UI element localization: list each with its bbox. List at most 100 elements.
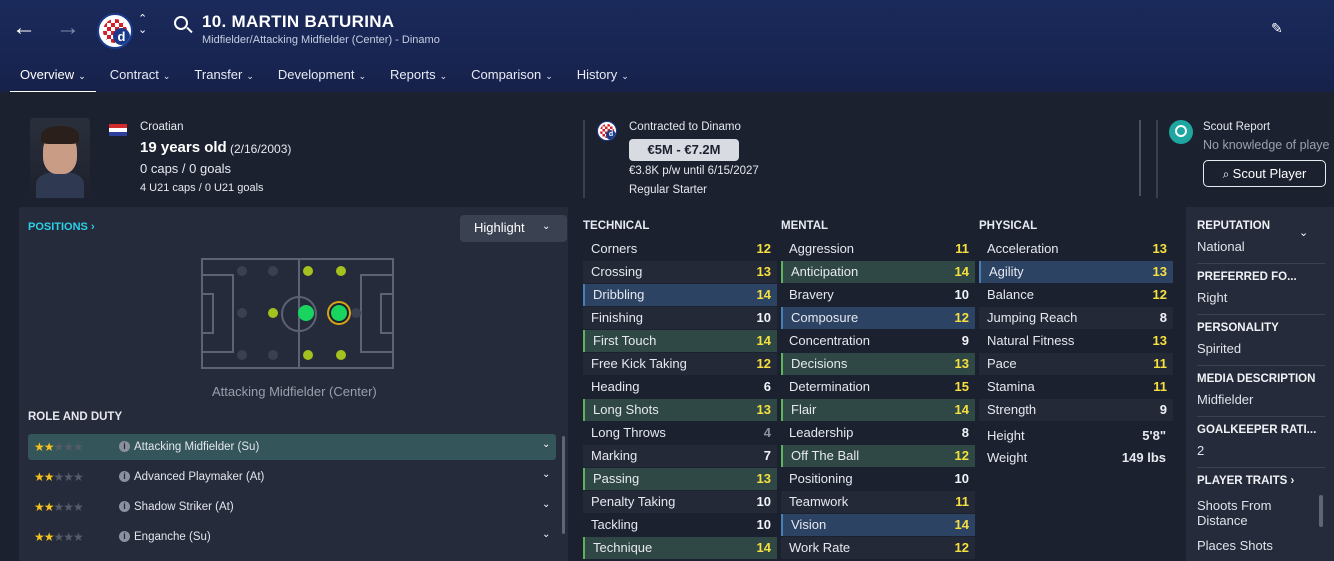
tab-history[interactable]: History ⌄ [567, 62, 639, 94]
attribute-row[interactable]: Concentration 9 [781, 330, 975, 352]
divider [1197, 314, 1325, 315]
tab-comparison[interactable]: Comparison ⌄ [461, 62, 563, 94]
attribute-value: 8 [1159, 310, 1167, 325]
goalkeeper-rating-value: 2 [1197, 443, 1205, 458]
attribute-row[interactable]: Free Kick Taking 12 [583, 353, 777, 375]
tab-overview[interactable]: Overview ⌄ [10, 62, 96, 94]
attribute-value: 4 [763, 425, 771, 440]
attribute-value: 15 [954, 379, 969, 394]
attribute-row[interactable]: Off The Ball 12 [781, 445, 975, 467]
attribute-name: Work Rate [789, 540, 851, 555]
preferred-foot-heading: PREFERRED FO... [1197, 271, 1297, 283]
attribute-name: Corners [591, 241, 638, 256]
attribute-row[interactable]: Dribbling 14 [583, 284, 777, 306]
attribute-row[interactable]: Flair 14 [781, 399, 975, 421]
positions-link[interactable]: POSITIONS › [28, 221, 95, 233]
chevron-down-icon[interactable]: ⌄ [542, 469, 550, 480]
search-icon[interactable] [174, 16, 188, 30]
attribute-row[interactable]: Leadership 8 [781, 422, 975, 444]
contract-wage: €3.8K p/w until 6/15/2027 [629, 165, 759, 177]
attribute-value: 13 [1152, 264, 1167, 279]
attribute-row[interactable]: Strength 9 [979, 399, 1173, 421]
chevron-down-icon[interactable]: ⌄ [542, 529, 550, 540]
scout-player-button[interactable]: ⌕ Scout Player [1203, 160, 1326, 187]
roles-scrollbar[interactable] [562, 436, 565, 534]
divider [1139, 120, 1141, 196]
divider [1156, 120, 1158, 198]
tab-transfer[interactable]: Transfer ⌄ [184, 62, 263, 94]
attribute-row[interactable]: Composure 12 [781, 307, 975, 329]
attribute-name: Aggression [789, 241, 855, 256]
attribute-row[interactable]: Corners 12 [583, 238, 777, 260]
position-pitch [201, 258, 394, 369]
attribute-row[interactable]: Vision 14 [781, 514, 975, 536]
tab-reports[interactable]: Reports ⌄ [380, 62, 457, 94]
club-crest-icon[interactable]: d [97, 13, 133, 49]
role-row[interactable]: ★★★★★ i Attacking Midfielder (Su) ⌄ [28, 434, 556, 460]
info-icon[interactable]: i [119, 531, 130, 542]
physical-heading: PHYSICAL [979, 220, 1038, 232]
attribute-name: Passing [593, 471, 640, 486]
croatia-flag-icon [109, 124, 127, 136]
switch-player-chevron-icon[interactable]: ⌃ ⌄ [138, 14, 147, 36]
attribute-row[interactable]: Stamina 11 [979, 376, 1173, 398]
role-row[interactable]: ★★★★★ i Advanced Playmaker (At) ⌄ [28, 464, 556, 490]
attribute-value: 12 [954, 540, 969, 555]
attribute-name: Free Kick Taking [591, 356, 687, 371]
attribute-name: Agility [989, 264, 1024, 279]
position-dot [303, 266, 313, 276]
attribute-row[interactable]: Finishing 10 [583, 307, 777, 329]
attribute-row[interactable]: Long Throws 4 [583, 422, 777, 444]
attribute-row[interactable]: Bravery 10 [781, 284, 975, 306]
attribute-name: Crossing [591, 264, 643, 279]
chevron-down-icon[interactable]: ⌄ [542, 499, 550, 510]
attribute-name: Off The Ball [791, 448, 860, 463]
attribute-row[interactable]: Positioning 10 [781, 468, 975, 490]
highlight-dropdown[interactable]: Highlight ⌄ [460, 215, 567, 242]
attribute-row[interactable]: Long Shots 13 [583, 399, 777, 421]
attribute-row[interactable]: Decisions 13 [781, 353, 975, 375]
chevron-down-icon[interactable]: ⌄ [542, 439, 550, 450]
tab-contract[interactable]: Contract ⌄ [100, 62, 181, 94]
edit-icon[interactable]: ✎ [1271, 20, 1283, 37]
info-icon[interactable]: i [119, 501, 130, 512]
position-dot [237, 308, 247, 318]
attribute-row[interactable]: Teamwork 11 [781, 491, 975, 513]
role-row[interactable]: ★★★★★ i Shadow Striker (At) ⌄ [28, 494, 556, 520]
attribute-row[interactable]: Work Rate 12 [781, 537, 975, 559]
attribute-value: 10 [756, 310, 771, 325]
attribute-row[interactable]: Agility 13 [979, 261, 1173, 283]
attribute-row[interactable]: First Touch 14 [583, 330, 777, 352]
chevron-down-icon[interactable]: ⌄ [1299, 226, 1308, 239]
traits-scrollbar[interactable] [1319, 495, 1323, 527]
attribute-row[interactable]: Aggression 11 [781, 238, 975, 260]
attribute-row[interactable]: Crossing 13 [583, 261, 777, 283]
role-row[interactable]: ★★★★★ i Enganche (Su) ⌄ [28, 524, 556, 550]
divider [1197, 467, 1325, 468]
technical-heading: TECHNICAL [583, 220, 650, 232]
attribute-row[interactable]: Passing 13 [583, 468, 777, 490]
back-arrow-icon[interactable]: ← [12, 14, 36, 42]
attribute-row[interactable]: Natural Fitness 13 [979, 330, 1173, 352]
attribute-row[interactable]: Anticipation 14 [781, 261, 975, 283]
attribute-row[interactable]: Balance 12 [979, 284, 1173, 306]
attribute-row[interactable]: Marking 7 [583, 445, 777, 467]
player-subtitle: Midfielder/Attacking Midfielder (Center)… [202, 34, 440, 46]
tab-development[interactable]: Development ⌄ [268, 62, 376, 94]
goalkeeper-rating-heading: GOALKEEPER RATI... [1197, 424, 1317, 436]
scout-icon [1169, 120, 1193, 144]
info-icon[interactable]: i [119, 441, 130, 452]
info-icon[interactable]: i [119, 471, 130, 482]
attribute-row[interactable]: Technique 14 [583, 537, 777, 559]
attribute-row[interactable]: Penalty Taking 10 [583, 491, 777, 513]
attribute-row[interactable]: Jumping Reach 8 [979, 307, 1173, 329]
attribute-row[interactable]: Acceleration 13 [979, 238, 1173, 260]
forward-arrow-icon[interactable]: → [56, 14, 80, 42]
attribute-row[interactable]: Heading 6 [583, 376, 777, 398]
attribute-value: 13 [954, 356, 969, 371]
attribute-row[interactable]: Pace 11 [979, 353, 1173, 375]
player-traits-link[interactable]: PLAYER TRAITS › [1197, 475, 1294, 487]
role-stars: ★★★★★ [34, 500, 84, 514]
attribute-row[interactable]: Determination 15 [781, 376, 975, 398]
attribute-row[interactable]: Tackling 10 [583, 514, 777, 536]
